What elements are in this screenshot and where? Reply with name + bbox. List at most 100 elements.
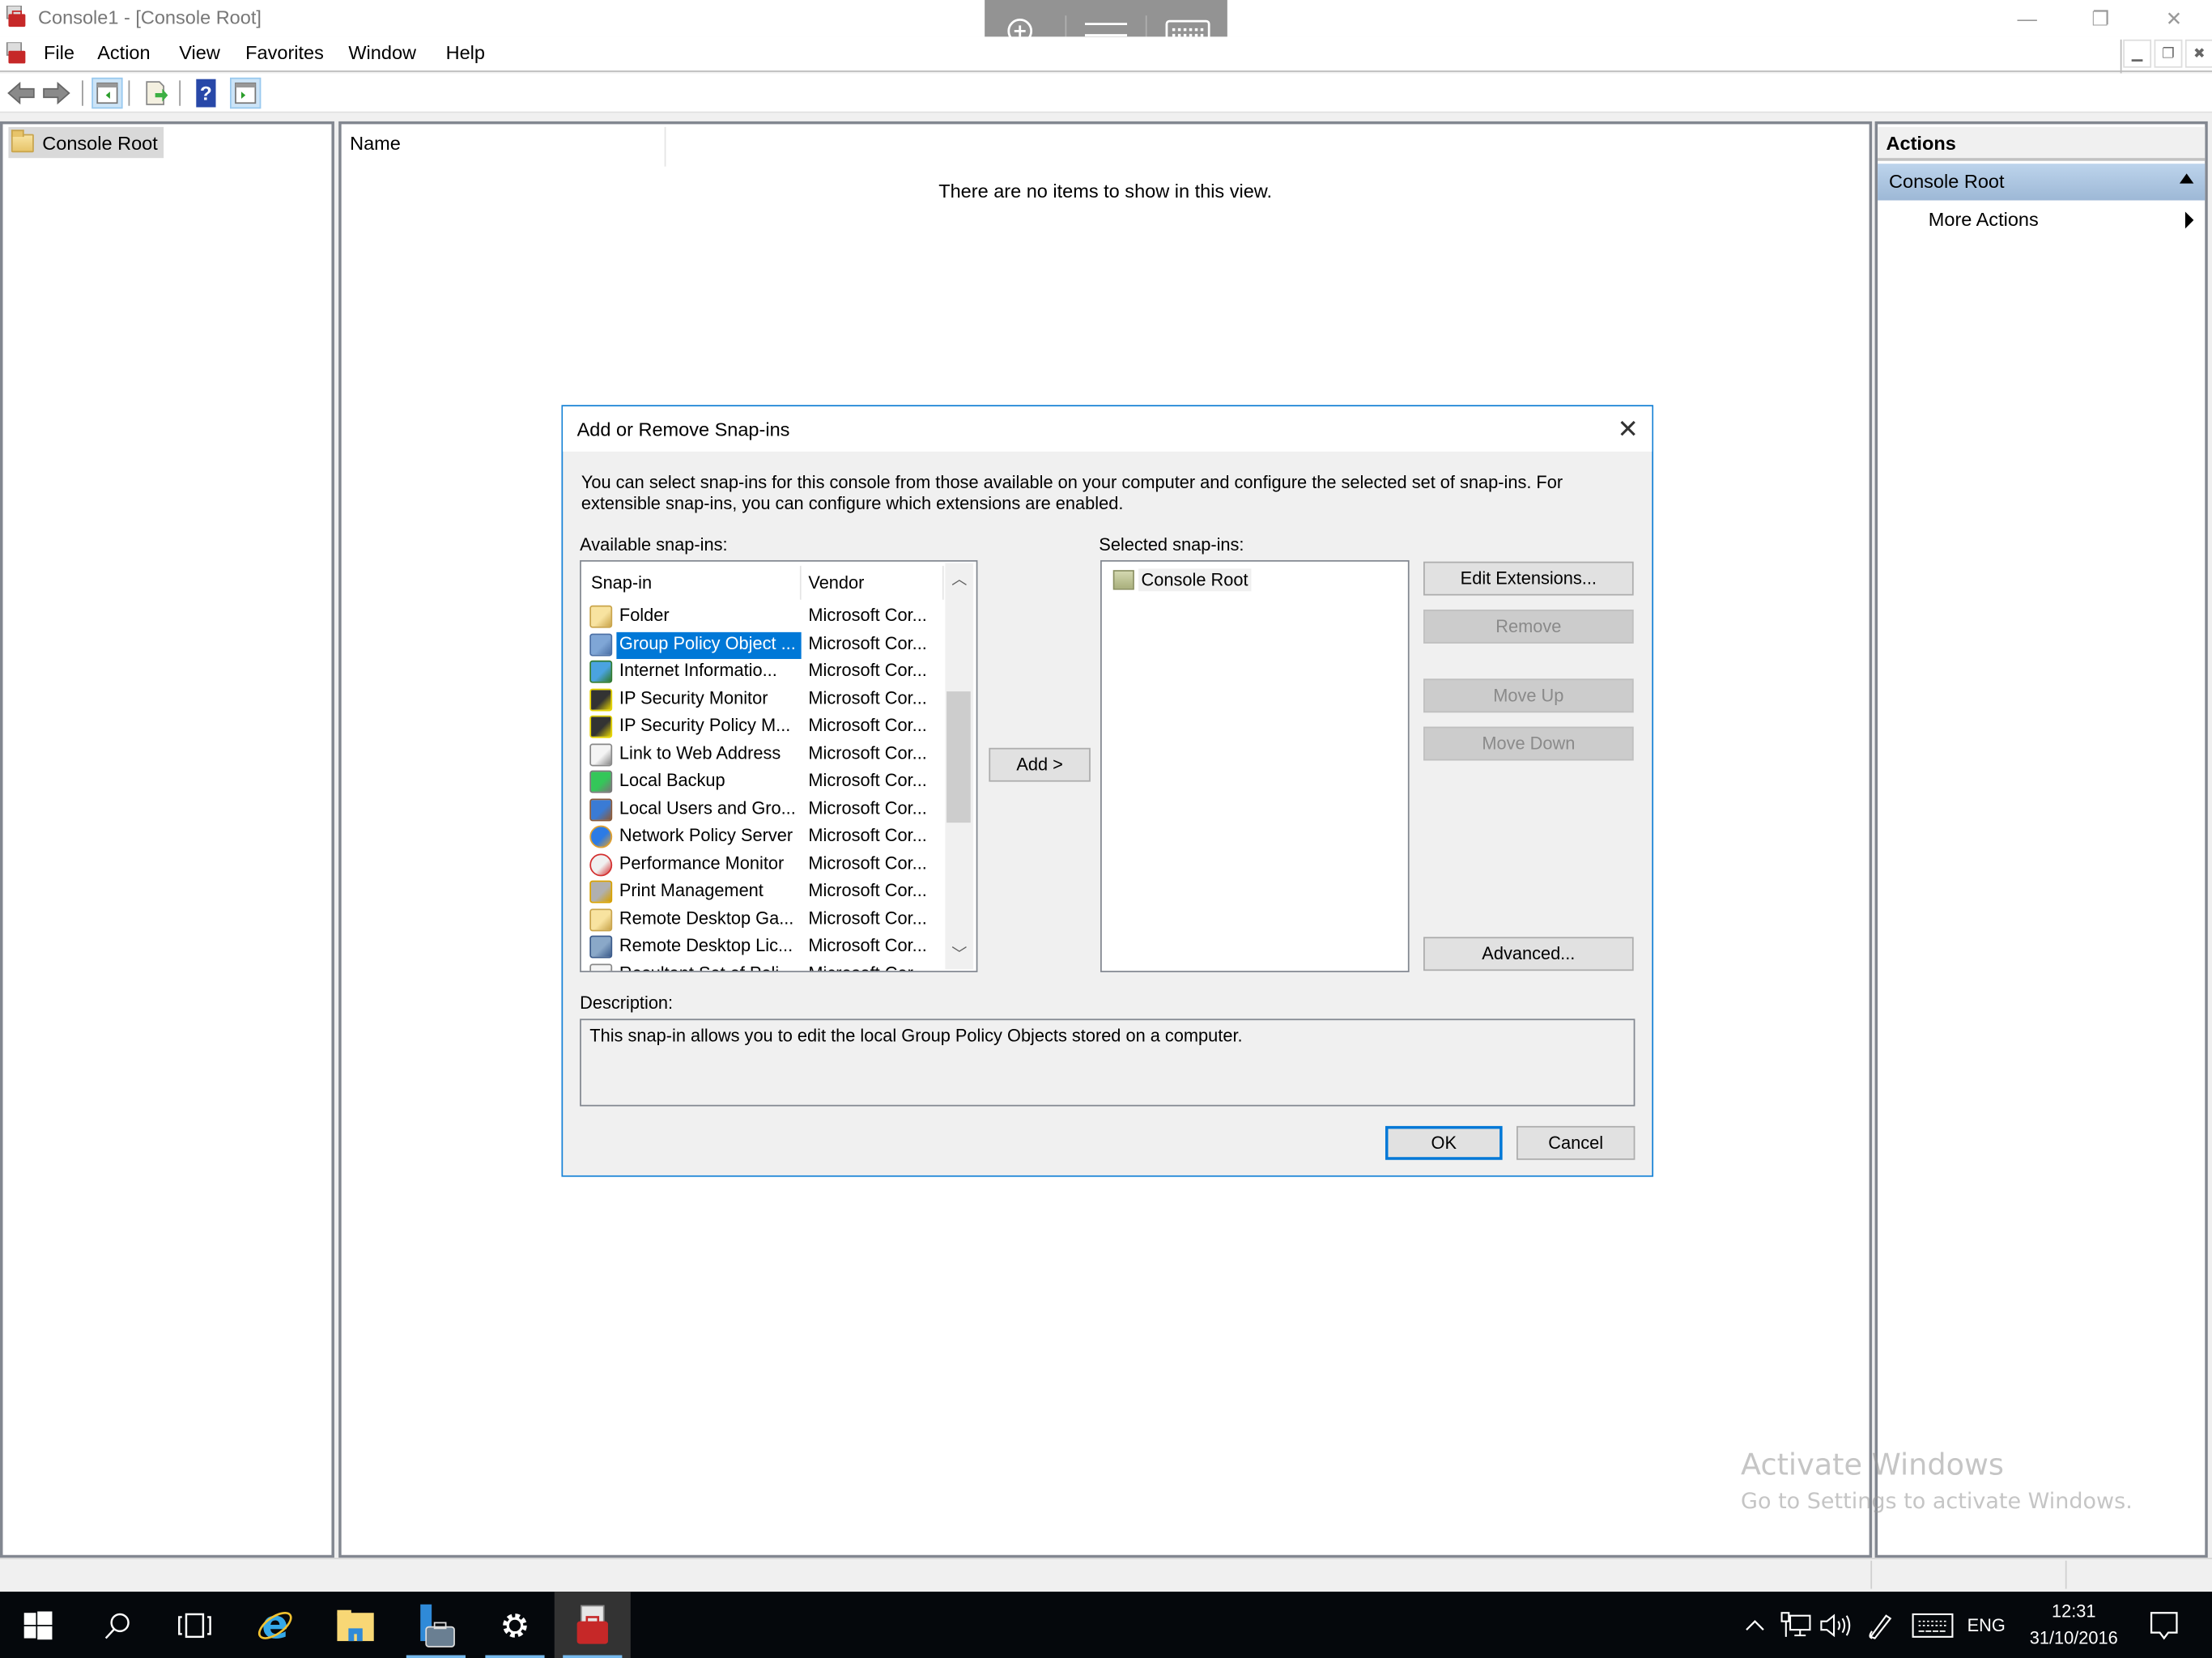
show-hide-action-pane-button[interactable] — [230, 77, 262, 109]
export-list-button[interactable] — [141, 78, 172, 108]
column-header-name[interactable]: Name — [350, 133, 401, 154]
start-button[interactable] — [0, 1592, 76, 1658]
group-policy-icon — [589, 632, 613, 656]
snapin-row[interactable]: Local Users and Gro... Microsoft Cor... — [587, 797, 940, 824]
network-tray-button[interactable] — [1777, 1592, 1814, 1658]
back-button[interactable] — [6, 78, 36, 108]
snapin-row[interactable]: Remote Desktop Lic... Microsoft Cor... — [587, 934, 940, 962]
folder-icon — [589, 908, 613, 931]
tree-item-console-root[interactable]: Console Root — [8, 126, 164, 159]
mmc-system-menu-icon[interactable] — [6, 42, 28, 65]
submenu-arrow-icon — [2184, 211, 2194, 229]
snapin-name: Local Backup — [619, 770, 725, 791]
taskbar-settings[interactable] — [477, 1592, 553, 1658]
snapin-row[interactable]: Link to Web Address Microsoft Cor... — [587, 742, 940, 769]
actions-section-title: Console Root — [1889, 170, 2005, 193]
close-button[interactable]: ✕ — [2138, 0, 2211, 36]
actions-section-console-root[interactable]: Console Root — [1878, 164, 2206, 201]
move-down-button[interactable]: Move Down — [1423, 726, 1634, 761]
snapin-name: Performance Monitor — [619, 852, 785, 874]
snapin-name: IP Security Policy M... — [619, 715, 791, 736]
snapin-row[interactable]: Performance Monitor Microsoft Cor... — [587, 852, 940, 879]
snapin-name: Group Policy Object ... — [616, 631, 802, 659]
add-remove-snapins-dialog: Add or Remove Snap-ins ✕ You can select … — [561, 405, 1654, 1177]
cancel-button[interactable]: Cancel — [1516, 1125, 1636, 1160]
volume-tray-button[interactable] — [1817, 1592, 1853, 1658]
remove-button[interactable]: Remove — [1423, 609, 1634, 644]
toolbar-separator — [82, 80, 83, 106]
status-divider — [1870, 1560, 1873, 1589]
scroll-up-button[interactable]: ︿ — [945, 566, 973, 591]
advanced-button[interactable]: Advanced... — [1423, 937, 1634, 971]
column-header-snapin[interactable]: Snap-in — [591, 573, 652, 593]
action-center-button[interactable] — [2136, 1592, 2193, 1658]
scroll-down-button[interactable]: ﹀ — [945, 942, 973, 967]
snapin-row[interactable]: IP Security Policy M... Microsoft Cor... — [587, 714, 940, 742]
column-divider[interactable] — [664, 126, 666, 167]
clock[interactable]: 12:31 31/10/2016 — [2018, 1599, 2130, 1652]
search-button[interactable] — [79, 1592, 155, 1658]
folder-icon — [589, 605, 613, 628]
vertical-scrollbar[interactable]: ︿ ﹀ — [945, 563, 974, 970]
action-pane-icon — [235, 82, 257, 104]
snapin-row[interactable]: Print Management Microsoft Cor... — [587, 879, 940, 907]
add-button[interactable]: Add > — [989, 747, 1091, 782]
show-hidden-icons-button[interactable] — [1738, 1592, 1772, 1658]
mdi-restore-button[interactable]: ❐ — [2154, 39, 2183, 68]
license-icon — [589, 935, 613, 959]
column-divider[interactable] — [799, 565, 802, 600]
printer-icon — [589, 880, 613, 903]
column-divider[interactable] — [942, 565, 944, 600]
restore-button[interactable]: ❐ — [2064, 0, 2138, 36]
snapin-row[interactable]: Resultant Set of Poli... Microsoft Cor... — [587, 962, 940, 971]
dialog-title: Add or Remove Snap-ins — [576, 419, 790, 440]
restore-icon: ❐ — [2162, 45, 2175, 62]
console-tree-pane: Console Root — [0, 121, 334, 1558]
ok-button[interactable]: OK — [1385, 1125, 1503, 1160]
available-snapins-list[interactable]: Snap-in Vendor Folder Microsoft Cor... Gro… — [580, 559, 978, 972]
snapin-row[interactable]: Remote Desktop Ga... Microsoft Cor... — [587, 907, 940, 934]
mdi-close-button[interactable]: ✖ — [2184, 39, 2212, 68]
minimize-icon: ▁ — [2131, 45, 2143, 62]
show-hide-console-tree-button[interactable] — [91, 77, 123, 109]
edit-extensions-button[interactable]: Edit Extensions... — [1423, 561, 1634, 596]
selected-snapin-console-root[interactable]: Console Root — [1112, 566, 1252, 593]
menu-favorites[interactable]: Favorites — [245, 42, 324, 63]
taskbar-file-explorer[interactable] — [317, 1592, 393, 1658]
task-view-button[interactable] — [156, 1592, 232, 1658]
search-icon — [104, 1612, 130, 1639]
snapin-row[interactable]: Local Backup Microsoft Cor... — [587, 769, 940, 797]
taskbar-server-manager[interactable] — [398, 1592, 474, 1658]
menu-file[interactable]: File — [44, 42, 74, 63]
snapin-row[interactable]: Group Policy Object ... Microsoft Cor... — [587, 631, 940, 659]
scrollbar-thumb[interactable] — [946, 691, 971, 823]
touch-keyboard-tray-button[interactable] — [1908, 1592, 1959, 1658]
pen-tray-button[interactable] — [1862, 1592, 1899, 1658]
taskbar-internet-explorer[interactable]: e — [237, 1592, 313, 1658]
help-button[interactable]: ? — [190, 78, 221, 108]
snapin-row[interactable]: Internet Informatio... Microsoft Cor... — [587, 659, 940, 687]
taskbar-mmc[interactable] — [554, 1592, 631, 1658]
selected-snapins-list[interactable]: Console Root — [1100, 559, 1410, 972]
menu-help[interactable]: Help — [446, 42, 485, 63]
svg-text:?: ? — [200, 83, 212, 105]
performance-monitor-icon — [589, 852, 613, 876]
forward-button[interactable] — [41, 78, 72, 108]
more-actions-item[interactable]: More Actions — [1929, 209, 2039, 230]
toolbar: ? — [0, 73, 2212, 113]
menu-action[interactable]: Action — [97, 42, 150, 63]
snapin-row[interactable]: Folder Microsoft Cor... — [587, 604, 940, 631]
actions-pane: Actions Console Root More Actions — [1874, 121, 2208, 1558]
dialog-close-button[interactable]: ✕ — [1607, 409, 1649, 449]
language-indicator[interactable]: ENG — [1961, 1592, 2012, 1658]
move-up-button[interactable]: Move Up — [1423, 678, 1634, 713]
snapin-row[interactable]: Network Policy Server Microsoft Cor... — [587, 824, 940, 852]
menu-view[interactable]: View — [179, 42, 220, 63]
snapin-row[interactable]: IP Security Monitor Microsoft Cor... — [587, 687, 940, 714]
mdi-minimize-button[interactable]: ▁ — [2123, 39, 2152, 68]
window-title: Console1 - [Console Root] — [38, 6, 262, 28]
column-header-vendor[interactable]: Vendor — [808, 573, 864, 593]
minimize-button[interactable]: — — [1990, 0, 2064, 36]
chevron-down-icon: ﹀ — [951, 946, 968, 964]
menu-window[interactable]: Window — [348, 42, 416, 63]
